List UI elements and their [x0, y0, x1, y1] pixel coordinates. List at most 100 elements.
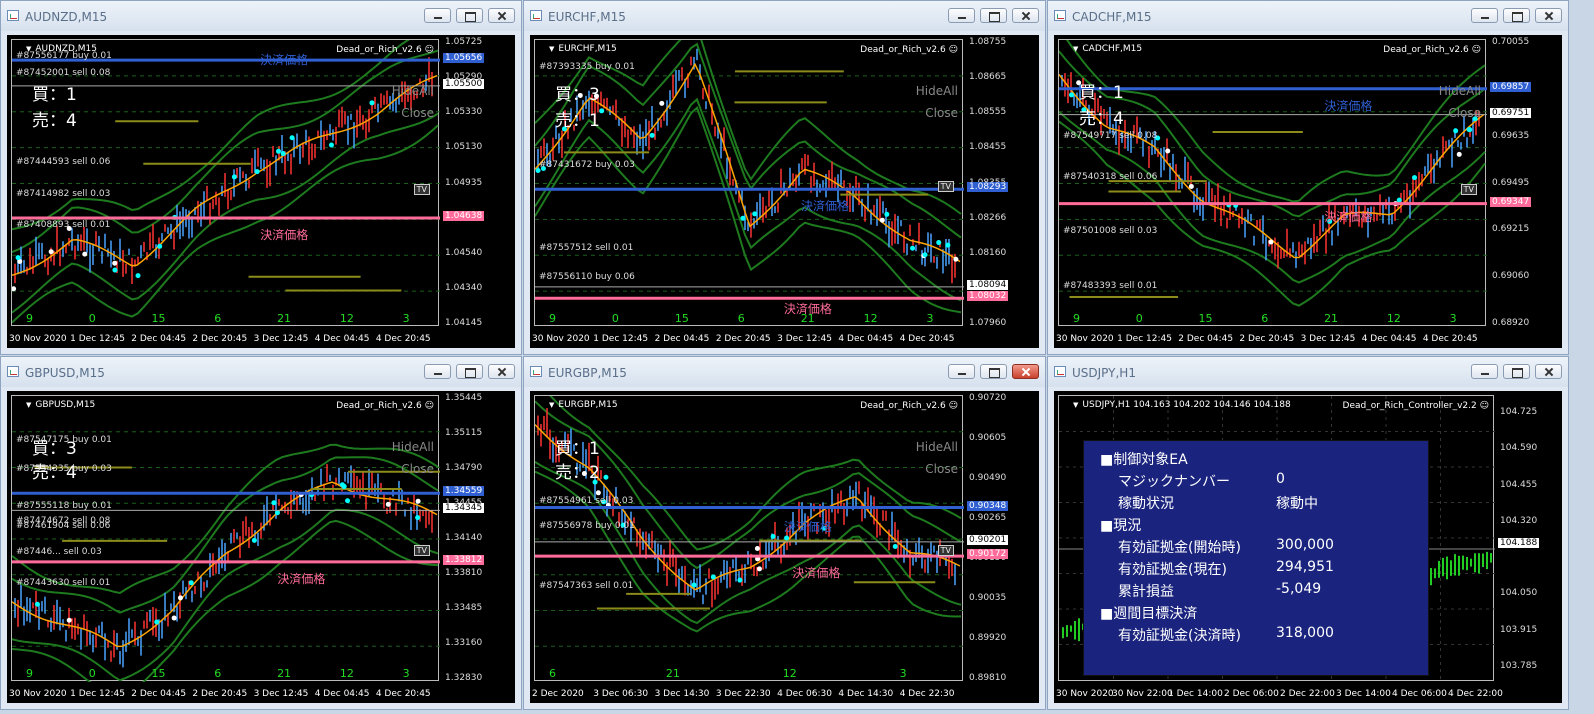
chart-area[interactable]: USDJPY,H1 104.163 104.202 104.146 104.18…: [1054, 391, 1562, 703]
trade-marker: [649, 132, 655, 138]
plot-area[interactable]: GBPUSD,M15Dead_or_Rich_v2.6買：3売：4HideAll…: [11, 395, 440, 682]
tv-button[interactable]: TV: [413, 183, 430, 195]
day-marker: 6: [1261, 312, 1269, 325]
plot-area[interactable]: EURCHF,M15 Dead_or_Rich_v2.6 買：3 売：1 HideAll…: [534, 39, 964, 326]
close-button[interactable]: [488, 364, 515, 379]
close-button[interactable]: [1535, 8, 1562, 23]
price-axis[interactable]: 1.354451.351151.347901.344551.341401.338…: [441, 391, 515, 683]
chart-window-usdjpy[interactable]: USDJPY,H1 USDJPY,H1 104.163 104.202 104.…: [1047, 356, 1569, 710]
time-label: 1 Dec 12:45: [1117, 334, 1172, 344]
bollinger-band: [535, 400, 962, 570]
close-all-button[interactable]: Close: [401, 462, 434, 476]
close-button[interactable]: [1012, 364, 1039, 379]
plot-area[interactable]: CADCHF,M15 Dead_or_Rich_v2.6 買：1 売：4 HideAll…: [1058, 39, 1487, 326]
chart-icon: [530, 366, 542, 377]
window-titlebar[interactable]: EURCHF,M15: [524, 1, 1045, 31]
time-label: 4 Dec 22:30: [899, 689, 955, 699]
minimize-button[interactable]: [424, 364, 451, 379]
price-axis[interactable]: 0.907200.906050.904900.902650.901500.900…: [965, 391, 1039, 683]
time-axis[interactable]: 30 Nov 2020 1 Dec 12:45 2 Dec 04:45 2 Dec 2…: [7, 328, 515, 348]
close-button[interactable]: [1012, 8, 1039, 23]
maximize-button[interactable]: [1503, 364, 1530, 379]
price-tag: 1.34559: [443, 486, 485, 497]
day-marker: 0: [1135, 312, 1143, 325]
price-label: 103.785: [1500, 661, 1538, 671]
trade-marker: [12, 286, 17, 292]
chart-window-audnzd[interactable]: AUDNZD,M15AUDNZD,M15Dead_or_Rich_v2.6買：1…: [0, 0, 522, 355]
minimize-button[interactable]: [948, 364, 975, 379]
chart-area[interactable]: EURGBP,M15 Dead_or_Rich_v2.6 買：1 売：2 HideAll…: [530, 391, 1039, 703]
close-button[interactable]: [488, 8, 515, 23]
price-tag: 0.69347: [1490, 196, 1532, 207]
order-label: #87547175 buy 0.01: [16, 435, 112, 446]
chart-window-cadchf[interactable]: CADCHF,M15 CADCHF,M15 Dead_or_Rich_v2.6 買：1…: [1047, 0, 1569, 355]
close-button[interactable]: [1535, 364, 1562, 379]
chart-window-eurchf[interactable]: EURCHF,M15 EURCHF,M15 Dead_or_Rich_v2.6 買：3…: [523, 0, 1046, 355]
price-label: 104.590: [1500, 443, 1538, 454]
time-axis[interactable]: 30 Nov 2020 1 Dec 12:45 2 Dec 04:45 2 Dec 2…: [1054, 328, 1562, 348]
window-titlebar[interactable]: EURGBP,M15: [524, 357, 1045, 387]
close-all-button[interactable]: Close: [925, 462, 958, 476]
price-axis[interactable]: 1.087551.086651.085551.084551.083551.082…: [965, 35, 1039, 328]
maximize-button[interactable]: [456, 364, 483, 379]
settle-price-label: 決済価格: [1324, 210, 1373, 225]
chart-window-gbpusd[interactable]: GBPUSD,M15 GBPUSD,M15Dead_or_Rich_v2.6買：3…: [0, 356, 522, 710]
chart-area[interactable]: CADCHF,M15 Dead_or_Rich_v2.6 買：1 売：4 HideAll…: [1054, 35, 1562, 348]
price-axis[interactable]: 1.057251.052901.053301.051301.049351.047…: [441, 35, 515, 328]
window-titlebar[interactable]: AUDNZD,M15: [1, 1, 521, 31]
ea-label: Dead_or_Rich_v2.6: [336, 45, 434, 55]
hide-all-button[interactable]: HideAll: [916, 440, 958, 454]
time-label: 2 Dec 20:45: [192, 689, 248, 699]
price-axis[interactable]: 104.725 104.590 104.455 104.320 104.050 103.9…: [1496, 391, 1562, 681]
maximize-button[interactable]: [980, 8, 1007, 23]
time-label: 2 Dec 04:45: [654, 334, 710, 344]
chart-window-eurgbp[interactable]: EURGBP,M15 EURGBP,M15 Dead_or_Rich_v2.6 買：1…: [523, 356, 1046, 710]
minimize-button[interactable]: [1471, 8, 1498, 23]
tv-button[interactable]: TV: [1460, 183, 1477, 195]
trade-marker: [112, 267, 118, 273]
close-all-button[interactable]: Close: [401, 106, 434, 120]
order-label: #87446... sell 0.03: [16, 547, 102, 558]
magic-label: マジックナンバー: [1118, 474, 1230, 490]
settle-price-label: 決済価格: [260, 227, 309, 242]
time-label: 4 Dec 14:30: [838, 689, 894, 699]
close-all-button[interactable]: Close: [1448, 106, 1481, 120]
time-axis[interactable]: 30 Nov 2020 30 Nov 22:00 1 Dec 14:00 2 Dec …: [1054, 683, 1562, 703]
maximize-button[interactable]: [980, 364, 1007, 379]
hide-all-button[interactable]: HideAll: [392, 84, 434, 98]
chart-area[interactable]: AUDNZD,M15Dead_or_Rich_v2.6買：1売：4HideAll…: [7, 35, 515, 348]
minimize-button[interactable]: [1471, 364, 1498, 379]
maximize-button[interactable]: [456, 8, 483, 23]
trade-marker: [385, 501, 391, 507]
plot-area[interactable]: AUDNZD,M15Dead_or_Rich_v2.6買：1売：4HideAll…: [11, 39, 440, 326]
time-axis[interactable]: 2 Dec 2020 3 Dec 06:30 3 Dec 14:30 3 Dec 22…: [530, 683, 1039, 703]
hide-all-button[interactable]: HideAll: [392, 440, 434, 454]
window-titlebar[interactable]: USDJPY,H1: [1048, 357, 1568, 387]
time-axis[interactable]: 30 Nov 2020 1 Dec 12:45 2 Dec 04:45 2 Dec 2…: [530, 328, 1039, 348]
minimize-button[interactable]: [948, 8, 975, 23]
price-label: 1.04145: [445, 318, 483, 328]
price-label: 1.33810: [445, 568, 483, 578]
tv-button[interactable]: TV: [413, 545, 430, 557]
trade-marker: [1188, 183, 1194, 189]
window-titlebar[interactable]: CADCHF,M15: [1048, 1, 1568, 31]
price-label: 1.08755: [969, 37, 1007, 47]
day-marker: 15: [151, 312, 166, 325]
price-axis[interactable]: 0.700550.699150.696350.694950.692150.690…: [1488, 35, 1562, 328]
close-all-button[interactable]: Close: [925, 106, 958, 120]
chart-area[interactable]: EURCHF,M15 Dead_or_Rich_v2.6 買：3 売：1 HideAll…: [530, 35, 1039, 348]
plot-area[interactable]: EURGBP,M15 Dead_or_Rich_v2.6 買：1 売：2 HideAll…: [534, 395, 964, 681]
chart-icon: [7, 366, 19, 377]
pnl-label: 累計損益: [1118, 584, 1174, 600]
hide-all-button[interactable]: HideAll: [916, 84, 958, 98]
window-titlebar[interactable]: GBPUSD,M15: [1, 357, 521, 387]
plot-area[interactable]: USDJPY,H1 104.163 104.202 104.146 104.18…: [1058, 395, 1495, 681]
tv-button[interactable]: TV: [937, 545, 954, 557]
tv-button[interactable]: TV: [937, 180, 954, 192]
chart-area[interactable]: GBPUSD,M15Dead_or_Rich_v2.6買：3売：4HideAll…: [7, 391, 515, 703]
minimize-button[interactable]: [424, 8, 451, 23]
hide-all-button[interactable]: HideAll: [1439, 84, 1481, 98]
maximize-button[interactable]: [1503, 8, 1530, 23]
time-axis[interactable]: 30 Nov 2020 1 Dec 12:45 2 Dec 04:45 2 Dec 2…: [7, 683, 515, 703]
buy-count: 買：3: [555, 85, 600, 105]
